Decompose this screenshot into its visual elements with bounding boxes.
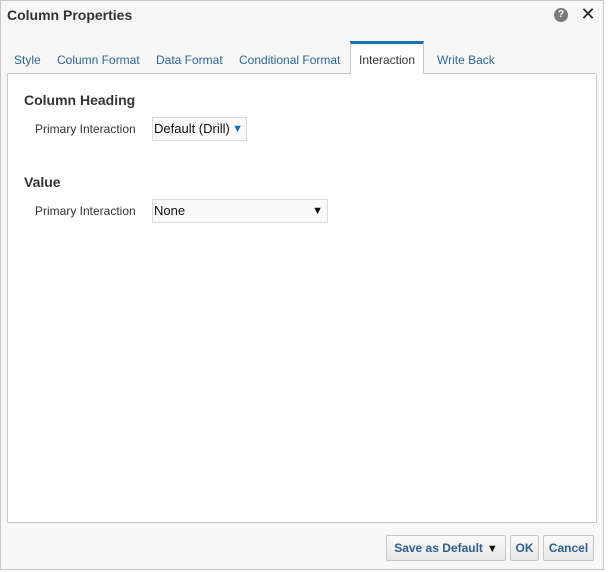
chevron-down-icon: ▼: [312, 205, 323, 217]
column-heading-section-title: Column Heading: [24, 92, 136, 108]
help-icon[interactable]: ?: [554, 8, 568, 22]
tab-interaction[interactable]: Interaction: [350, 41, 425, 75]
column-properties-dialog: Column Properties ? ✕ Style Column Forma…: [0, 0, 604, 570]
tab-style[interactable]: Style: [14, 41, 41, 74]
cancel-button[interactable]: Cancel: [543, 535, 594, 561]
column-heading-primary-interaction-value: Default (Drill): [154, 121, 230, 136]
tab-bar: Style Column Format Data Format Conditio…: [7, 41, 595, 75]
tab-conditional-format[interactable]: Conditional Format: [239, 41, 340, 74]
dialog-titlebar: Column Properties ? ✕: [1, 1, 603, 31]
tab-column-format[interactable]: Column Format: [57, 41, 140, 74]
column-heading-primary-interaction-dropdown[interactable]: Default (Drill) ▼: [152, 117, 247, 141]
column-heading-primary-interaction-label: Primary Interaction: [35, 122, 136, 136]
dialog-title: Column Properties: [7, 7, 133, 23]
interaction-panel: Column Heading Primary Interaction Defau…: [7, 74, 597, 523]
tab-data-format[interactable]: Data Format: [156, 41, 223, 74]
save-as-default-label: Save as Default: [394, 541, 483, 555]
close-icon[interactable]: ✕: [579, 3, 597, 25]
chevron-down-icon: ▼: [486, 543, 498, 555]
value-primary-interaction-label: Primary Interaction: [35, 204, 136, 218]
chevron-down-icon: ▼: [232, 123, 243, 135]
ok-button[interactable]: OK: [510, 535, 539, 561]
value-primary-interaction-value: None: [154, 203, 186, 218]
tab-write-back[interactable]: Write Back: [437, 41, 495, 74]
value-primary-interaction-dropdown[interactable]: None ▼: [152, 199, 328, 223]
save-as-default-button[interactable]: Save as Default ▼: [386, 535, 506, 561]
value-section-title: Value: [24, 174, 61, 190]
